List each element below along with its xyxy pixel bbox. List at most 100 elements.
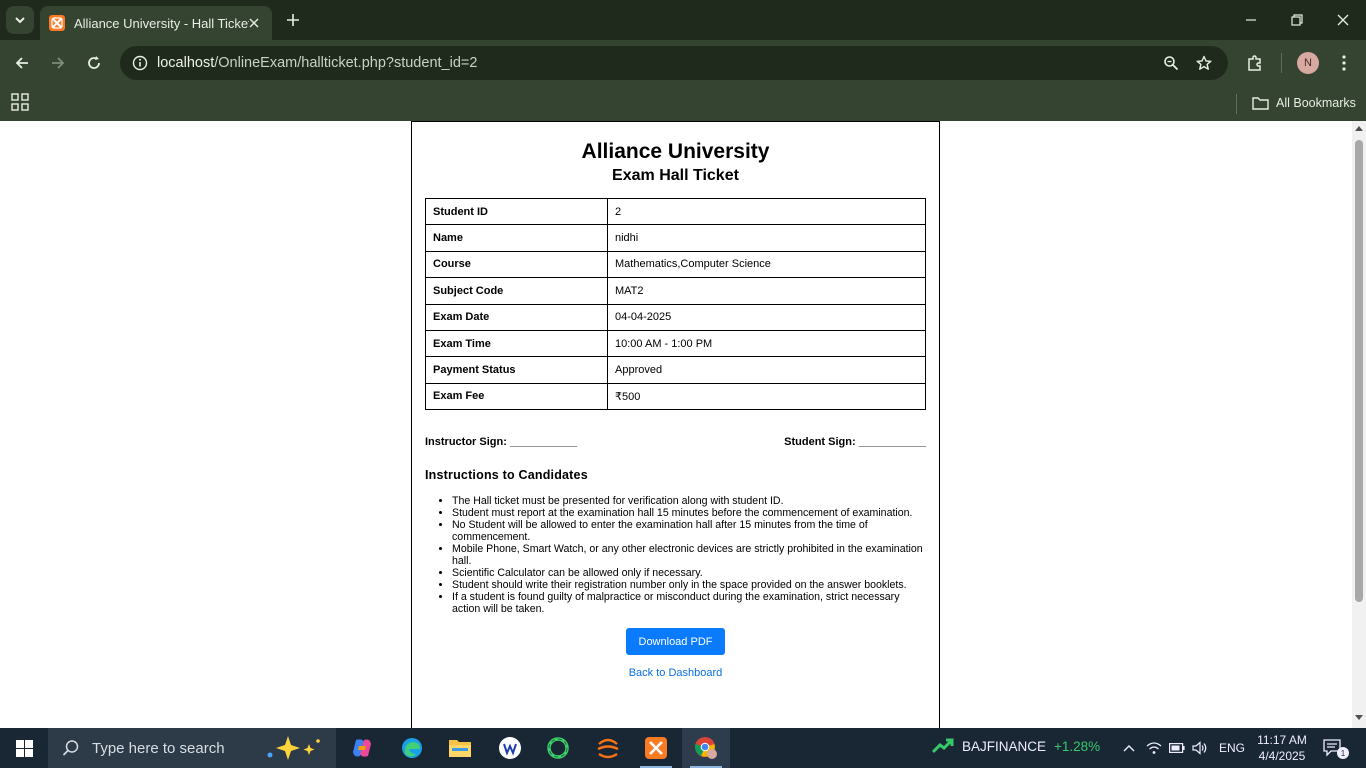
browser-tab-bar: Alliance University - Hall Ticket bbox=[0, 0, 1366, 40]
volume-icon[interactable] bbox=[1190, 738, 1210, 758]
xampp-favicon-icon bbox=[49, 15, 65, 31]
wifi-icon[interactable] bbox=[1144, 738, 1164, 758]
all-bookmarks-label: All Bookmarks bbox=[1276, 96, 1356, 110]
details-row: Exam Fee ₹500 bbox=[425, 382, 926, 411]
student-sign: Student Sign: ___________ bbox=[784, 436, 926, 448]
file-explorer-taskbar-icon[interactable] bbox=[436, 728, 484, 768]
instruction-item: Mobile Phone, Smart Watch, or any other … bbox=[452, 543, 928, 567]
edge-taskbar-icon[interactable] bbox=[388, 728, 436, 768]
restore-button[interactable] bbox=[1274, 0, 1320, 40]
app-ring-taskbar-icon[interactable] bbox=[534, 728, 582, 768]
instruction-item: No Student will be allowed to enter the … bbox=[452, 519, 928, 543]
scroll-down-icon[interactable] bbox=[1355, 715, 1363, 720]
hall-ticket-subtitle: Exam Hall Ticket bbox=[612, 167, 739, 184]
notification-badge: 1 bbox=[1337, 747, 1349, 759]
chrome-taskbar-icon[interactable] bbox=[682, 728, 730, 768]
eclipse-taskbar-icon[interactable] bbox=[584, 728, 632, 768]
browser-menu-button[interactable] bbox=[1330, 49, 1358, 77]
detail-value: nidhi bbox=[607, 224, 926, 252]
student-details-table: Student ID 2 Name nidhi Course Mathematics,Co… bbox=[425, 197, 926, 411]
site-info-icon[interactable] bbox=[128, 51, 152, 75]
tab-title: Alliance University - Hall Ticket bbox=[74, 15, 249, 31]
detail-key: Exam Time bbox=[425, 329, 608, 358]
details-row: Payment Status Approved bbox=[425, 356, 926, 384]
tab-search-button[interactable] bbox=[6, 6, 34, 34]
more-vertical-icon bbox=[1342, 55, 1346, 71]
detail-key: Student ID bbox=[425, 197, 608, 226]
page-viewport: Alliance University Exam Hall Ticket Stu… bbox=[0, 121, 1352, 728]
input-language[interactable]: ENG bbox=[1219, 741, 1245, 755]
close-window-button[interactable] bbox=[1320, 0, 1366, 40]
detail-value: Approved bbox=[607, 356, 926, 384]
clock-date: 4/4/2025 bbox=[1258, 749, 1306, 763]
detail-value: MAT2 bbox=[607, 277, 926, 305]
profile-avatar[interactable]: N bbox=[1297, 52, 1319, 74]
new-tab-button[interactable] bbox=[282, 9, 304, 31]
hall-ticket-card: Alliance University Exam Hall Ticket Stu… bbox=[411, 121, 940, 728]
instruction-item: Student must report at the examination h… bbox=[452, 507, 928, 519]
stock-ticker-widget[interactable]: BAJFINANCE +1.28% bbox=[932, 738, 1100, 754]
browser-tab-active[interactable]: Alliance University - Hall Ticket bbox=[40, 6, 272, 40]
app-w-taskbar-icon[interactable] bbox=[486, 728, 534, 768]
details-row: Exam Time 10:00 AM - 1:00 PM bbox=[425, 329, 926, 358]
university-title: Alliance University bbox=[581, 140, 770, 163]
show-hidden-icons-chevron-icon[interactable] bbox=[1119, 738, 1139, 758]
detail-value: 10:00 AM - 1:00 PM bbox=[607, 329, 926, 358]
close-icon bbox=[1337, 14, 1349, 26]
detail-key: Subject Code bbox=[425, 277, 608, 305]
extensions-button[interactable] bbox=[1241, 49, 1269, 77]
details-row: Exam Date 04-04-2025 bbox=[425, 303, 926, 331]
taskbar-search-box[interactable]: Type here to search bbox=[48, 728, 336, 768]
notification-center-icon[interactable]: 1 bbox=[1323, 738, 1349, 759]
url-path: /OnlineExam/hallticket.php?student_id=2 bbox=[214, 55, 478, 71]
detail-key: Payment Status bbox=[425, 356, 608, 384]
start-button[interactable] bbox=[0, 728, 48, 768]
instructor-sign: Instructor Sign: ___________ bbox=[425, 436, 578, 448]
reload-button[interactable] bbox=[80, 49, 108, 77]
bookmark-star-icon[interactable] bbox=[1192, 51, 1216, 75]
plus-icon bbox=[287, 14, 299, 26]
scroll-thumb[interactable] bbox=[1355, 140, 1363, 602]
system-clock[interactable]: 11:17 AM 4/4/2025 bbox=[1256, 732, 1308, 764]
instructions-list: The Hall ticket must be presented for ve… bbox=[425, 495, 928, 615]
restore-icon bbox=[1291, 14, 1303, 26]
zoom-icon[interactable] bbox=[1159, 51, 1183, 75]
url-host: localhost bbox=[157, 55, 215, 71]
details-row: Name nidhi bbox=[425, 224, 926, 252]
browser-toolbar: localhost/OnlineExam/hallticket.php?stud… bbox=[0, 40, 1366, 86]
minimize-icon bbox=[1246, 19, 1256, 21]
detail-key: Exam Date bbox=[425, 303, 608, 331]
ticker-name: BAJFINANCE bbox=[962, 738, 1047, 754]
minimize-button[interactable] bbox=[1228, 0, 1274, 40]
battery-icon[interactable] bbox=[1167, 738, 1187, 758]
details-row: Student ID 2 bbox=[425, 197, 926, 226]
bookmarks-divider bbox=[1236, 94, 1237, 114]
address-bar[interactable]: localhost/OnlineExam/hallticket.php?stud… bbox=[120, 46, 1228, 80]
back-to-dashboard-link[interactable]: Back to Dashboard bbox=[412, 667, 939, 679]
copilot-taskbar-icon[interactable] bbox=[338, 728, 386, 768]
search-placeholder: Type here to search bbox=[92, 739, 225, 757]
scroll-up-icon[interactable] bbox=[1355, 126, 1363, 131]
back-button[interactable] bbox=[8, 49, 36, 77]
chevron-down-icon bbox=[15, 17, 25, 24]
folder-icon bbox=[1252, 97, 1269, 110]
clock-time: 11:17 AM bbox=[1257, 733, 1307, 747]
arrow-left-icon bbox=[15, 57, 28, 69]
instruction-item: The Hall ticket must be presented for ve… bbox=[452, 495, 928, 507]
instruction-item: Scientific Calculator can be allowed onl… bbox=[452, 567, 928, 579]
apps-grid-icon[interactable] bbox=[11, 93, 29, 111]
arrow-right-icon bbox=[52, 57, 65, 69]
windows-logo-icon bbox=[15, 739, 33, 757]
url-text[interactable]: localhost/OnlineExam/hallticket.php?stud… bbox=[157, 55, 477, 71]
puzzle-icon bbox=[1248, 55, 1261, 71]
toolbar-divider bbox=[1281, 53, 1282, 73]
xampp-taskbar-icon[interactable] bbox=[632, 728, 680, 768]
details-row: Subject Code MAT2 bbox=[425, 277, 926, 305]
page-scrollbar[interactable] bbox=[1352, 121, 1366, 728]
close-tab-icon[interactable] bbox=[246, 15, 262, 31]
ticker-change: +1.28% bbox=[1054, 738, 1101, 754]
trend-up-icon bbox=[932, 738, 954, 754]
forward-button[interactable] bbox=[44, 49, 72, 77]
download-pdf-button[interactable]: Download PDF bbox=[626, 628, 725, 655]
all-bookmarks-button[interactable]: All Bookmarks bbox=[1252, 92, 1356, 114]
